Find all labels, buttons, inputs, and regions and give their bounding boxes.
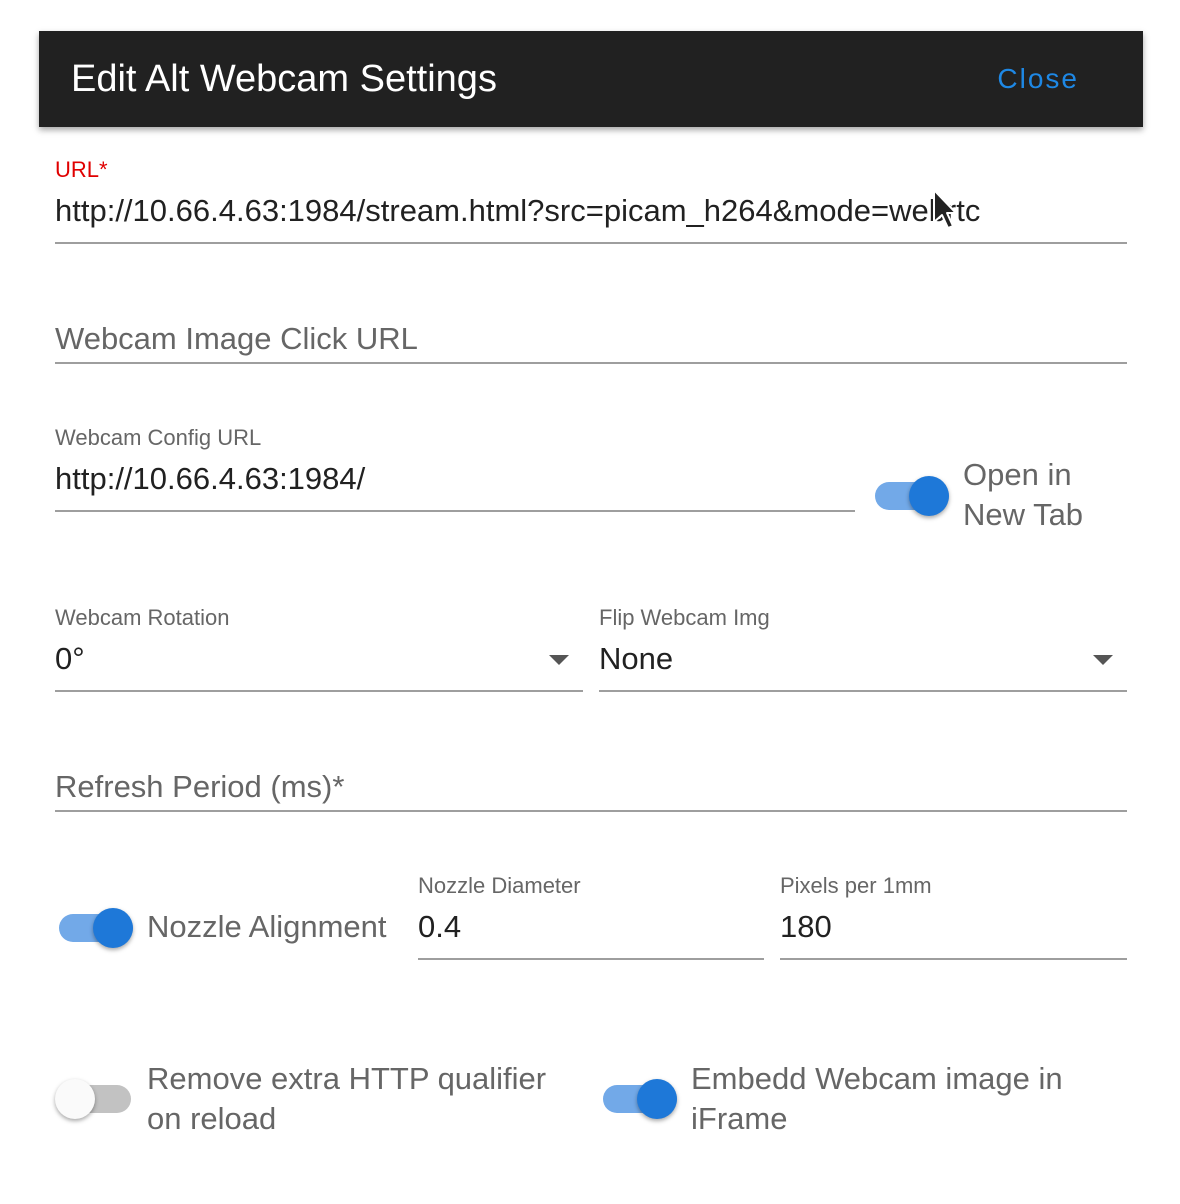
config-url-field[interactable]: Webcam Config URL http://10.66.4.63:1984… bbox=[55, 424, 855, 516]
flip-label: Flip Webcam Img bbox=[599, 605, 770, 630]
config-url-label: Webcam Config URL bbox=[55, 425, 262, 450]
nozzle-diameter-label: Nozzle Diameter bbox=[418, 873, 581, 898]
refresh-period-field[interactable]: Refresh Period (ms)* bbox=[55, 763, 1127, 815]
close-button[interactable]: Close bbox=[997, 61, 1079, 97]
remove-http-qualifier-thumb bbox=[55, 1079, 95, 1119]
embed-iframe-label: Embedd Webcam image in iFrame bbox=[691, 1061, 1063, 1136]
pixels-per-mm-field[interactable]: Pixels per 1mm 180 bbox=[780, 872, 1127, 964]
embed-iframe-thumb bbox=[637, 1079, 677, 1119]
mouse-cursor-icon bbox=[933, 189, 957, 229]
rotation-select[interactable]: Webcam Rotation 0° bbox=[55, 604, 583, 696]
remove-http-qualifier-label: Remove extra HTTP qualifier on reload bbox=[147, 1061, 547, 1136]
url-input[interactable]: http://10.66.4.63:1984/stream.html?src=p… bbox=[55, 192, 980, 230]
dialog-header: Edit Alt Webcam Settings Close bbox=[39, 31, 1143, 127]
pixels-per-mm-underline bbox=[780, 958, 1127, 960]
caret-down-icon[interactable] bbox=[549, 655, 569, 665]
nozzle-alignment-label: Nozzle Alignment bbox=[147, 909, 387, 944]
remove-http-qualifier-toggle[interactable] bbox=[55, 1075, 135, 1123]
nozzle-diameter-underline bbox=[418, 958, 764, 960]
nozzle-alignment-thumb bbox=[93, 908, 133, 948]
nozzle-diameter-field[interactable]: Nozzle Diameter 0.4 bbox=[418, 872, 764, 964]
open-new-tab-toggle[interactable] bbox=[873, 472, 953, 520]
embed-iframe-toggle[interactable] bbox=[601, 1075, 681, 1123]
open-new-tab-label: Open in New Tab bbox=[963, 457, 1084, 532]
rotation-label: Webcam Rotation bbox=[55, 605, 230, 630]
config-url-input[interactable]: http://10.66.4.63:1984/ bbox=[55, 460, 365, 498]
pixels-per-mm-label: Pixels per 1mm bbox=[780, 873, 932, 898]
refresh-period-input[interactable]: Refresh Period (ms)* bbox=[55, 768, 344, 806]
dialog-title: Edit Alt Webcam Settings bbox=[71, 58, 497, 100]
config-url-underline bbox=[55, 510, 855, 512]
url-field[interactable]: URL* http://10.66.4.63:1984/stream.html?… bbox=[55, 155, 1127, 247]
click-url-input[interactable]: Webcam Image Click URL bbox=[55, 320, 418, 358]
rotation-value[interactable]: 0° bbox=[55, 640, 85, 678]
nozzle-diameter-input[interactable]: 0.4 bbox=[418, 908, 461, 946]
click-url-field[interactable]: Webcam Image Click URL bbox=[55, 315, 1127, 367]
pixels-per-mm-input[interactable]: 180 bbox=[780, 908, 832, 946]
flip-select[interactable]: Flip Webcam Img None bbox=[599, 604, 1127, 696]
rotation-underline bbox=[55, 690, 583, 692]
url-underline bbox=[55, 242, 1127, 244]
open-new-tab-thumb bbox=[909, 476, 949, 516]
click-url-underline bbox=[55, 362, 1127, 364]
refresh-period-underline bbox=[55, 810, 1127, 812]
nozzle-alignment-toggle[interactable] bbox=[57, 904, 137, 952]
caret-down-icon[interactable] bbox=[1093, 655, 1113, 665]
url-label: URL* bbox=[55, 157, 108, 182]
flip-value[interactable]: None bbox=[599, 640, 673, 678]
flip-underline bbox=[599, 690, 1127, 692]
